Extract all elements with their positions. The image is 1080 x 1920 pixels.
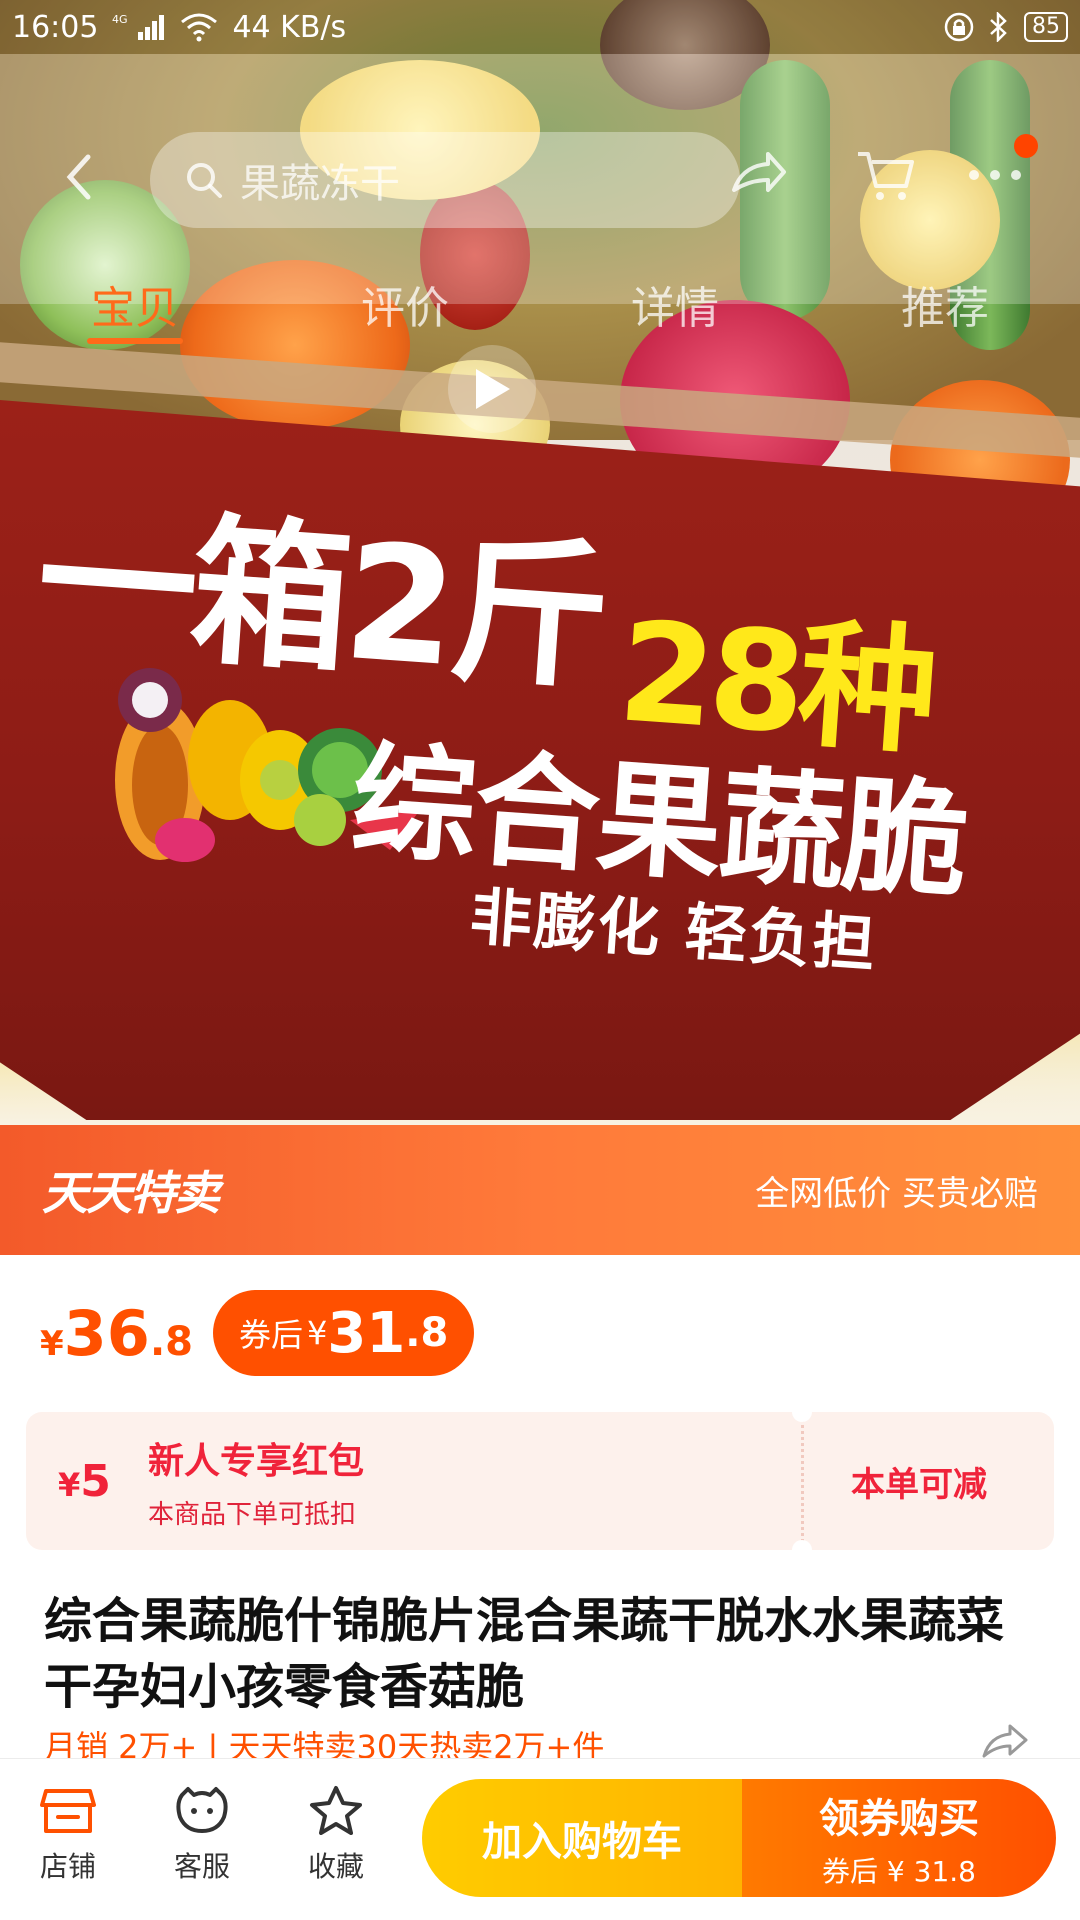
network-type-label: 4G [112,13,128,26]
original-price: ¥36.8 [40,1297,193,1370]
coupon-price-integer: 31 [327,1300,406,1366]
cart-icon[interactable] [850,140,920,210]
star-icon [310,1786,362,1835]
network-speed: 44 KB/s [232,9,347,45]
share-icon[interactable] [980,1722,1030,1762]
notification-dot [1014,134,1038,158]
service-label: 客服 [173,1850,230,1883]
search-bar[interactable]: 果蔬冻干 [150,132,740,228]
tab-reviews[interactable]: 评价 [270,260,540,350]
red-packet-info: 新人专享红包 本商品下单可抵扣 [148,1432,784,1531]
ticket-notch-bottom [792,1540,812,1560]
hero-headline: 一箱2斤 [31,486,611,713]
buy-button-label: 领券购买 [819,1796,979,1842]
buy-button-price: 券后 ¥ 31.8 [822,1855,976,1888]
price-integer: 36 [63,1296,150,1370]
coupon-currency-symbol: ¥ [307,1314,328,1352]
coupon-label: 券后 [238,1316,303,1354]
red-packet-title: 新人专享红包 [148,1440,365,1482]
share-arrow-icon[interactable] [722,140,792,210]
price-row: ¥36.8 券后 ¥31.8 [40,1290,475,1376]
add-to-cart-button[interactable]: 加入购物车 [422,1779,742,1897]
promo-logo: 天天特卖 [42,1166,220,1220]
search-input[interactable]: 果蔬冻干 [240,151,400,209]
battery-indicator: 85 [1024,12,1068,42]
section-tabs: 宝贝 评价 详情 推荐 [0,260,1080,350]
product-title: 综合果蔬脆什锦脆片混合果蔬干脱水水果蔬菜干孕妇小孩零食香菇脆 [44,1593,1005,1715]
customer-service-button[interactable]: 客服 [142,1785,262,1885]
shop-button[interactable]: 店铺 [8,1785,128,1885]
tab-item[interactable]: 宝贝 [0,260,270,350]
tab-details[interactable]: 详情 [540,260,810,350]
shop-label: 店铺 [39,1850,96,1883]
currency-symbol: ¥ [40,1323,64,1364]
back-arrow-icon[interactable] [48,132,108,222]
bottom-action-bar: 店铺 客服 收藏 加入购物车 领券购买 券后 ¥ 31.8 [0,1758,1080,1920]
top-navigation: 果蔬冻干 宝贝 评价 详情 推荐 [0,54,1080,334]
price-decimal: .8 [149,1318,193,1365]
coupon-price-decimal: .8 [405,1310,449,1356]
wifi-icon [181,13,218,42]
favorite-label: 收藏 [307,1850,364,1883]
new-user-red-packet[interactable]: ¥5 新人专享红包 本商品下单可抵扣 本单可减 [26,1402,1054,1560]
red-packet-value: 5 [80,1455,111,1507]
coupon-price-badge: 券后 ¥31.8 [212,1290,475,1376]
status-bar: 16:05 4G 44 KB/s 85 [0,0,1080,54]
video-play-button[interactable] [448,345,536,433]
promo-banner[interactable]: 天天特卖 全网低价 买贵必赔 [0,1125,1080,1255]
signal-icon: 4G [112,13,165,40]
red-packet-action[interactable]: 本单可减 [784,1457,1054,1506]
ticket-divider [801,1412,804,1550]
shop-icon [40,1789,96,1833]
product-detail-page: 一箱2斤 28种 综合果蔬脆 非膨化 轻负担 16:05 4G 44 KB/s … [0,0,1080,1920]
lock-icon [944,12,974,42]
search-icon [187,163,222,198]
red-packet-subtitle: 本商品下单可抵扣 [148,1499,357,1530]
promo-slogan: 全网低价 买贵必赔 [755,1173,1038,1214]
red-packet-currency: ¥ [58,1465,81,1504]
tab-recommend[interactable]: 推荐 [810,260,1080,350]
ticket-notch-top [792,1402,812,1422]
service-icon [176,1787,228,1833]
buy-with-coupon-button[interactable]: 领券购买 券后 ¥ 31.8 [742,1779,1056,1897]
status-time: 16:05 [12,9,99,45]
bluetooth-icon [990,12,1007,42]
favorite-button[interactable]: 收藏 [276,1785,396,1885]
play-icon [476,369,510,409]
red-packet-amount: ¥5 [26,1456,148,1507]
